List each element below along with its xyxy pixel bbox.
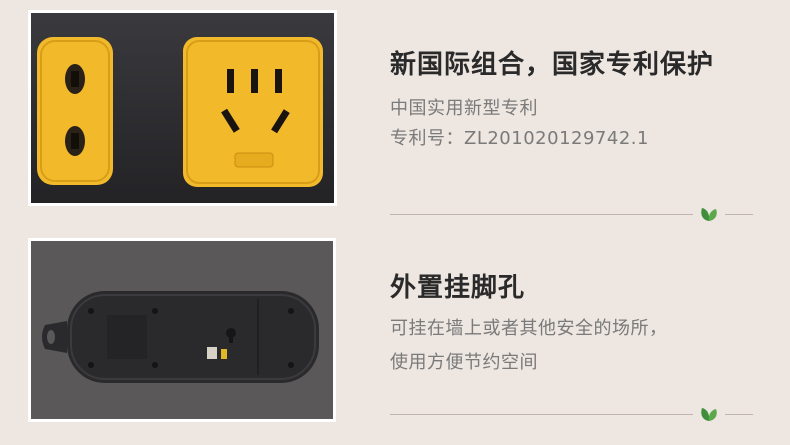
socket-illustration	[31, 13, 334, 203]
socket-panel-photo	[28, 10, 337, 206]
section2-divider-right	[725, 414, 753, 415]
section2-line2: 使用方便节约空间	[390, 352, 538, 373]
section1-title: 新国际组合，国家专利保护	[390, 50, 715, 80]
section1-divider-left	[390, 214, 693, 215]
power-strip-back-photo	[28, 238, 336, 422]
section2-title: 外置挂脚孔	[390, 273, 526, 303]
leaf-icon	[701, 408, 717, 421]
leaf-icon	[701, 208, 717, 221]
section2-line1: 可挂在墙上或者其他安全的场所，	[390, 318, 668, 339]
section1-divider-right	[725, 214, 753, 215]
section1-line2: 专利号：ZL201020129742.1	[390, 128, 649, 149]
section1-line1: 中国实用新型专利	[390, 98, 538, 119]
power-strip-illustration	[31, 241, 333, 419]
section2-divider-left	[390, 414, 693, 415]
